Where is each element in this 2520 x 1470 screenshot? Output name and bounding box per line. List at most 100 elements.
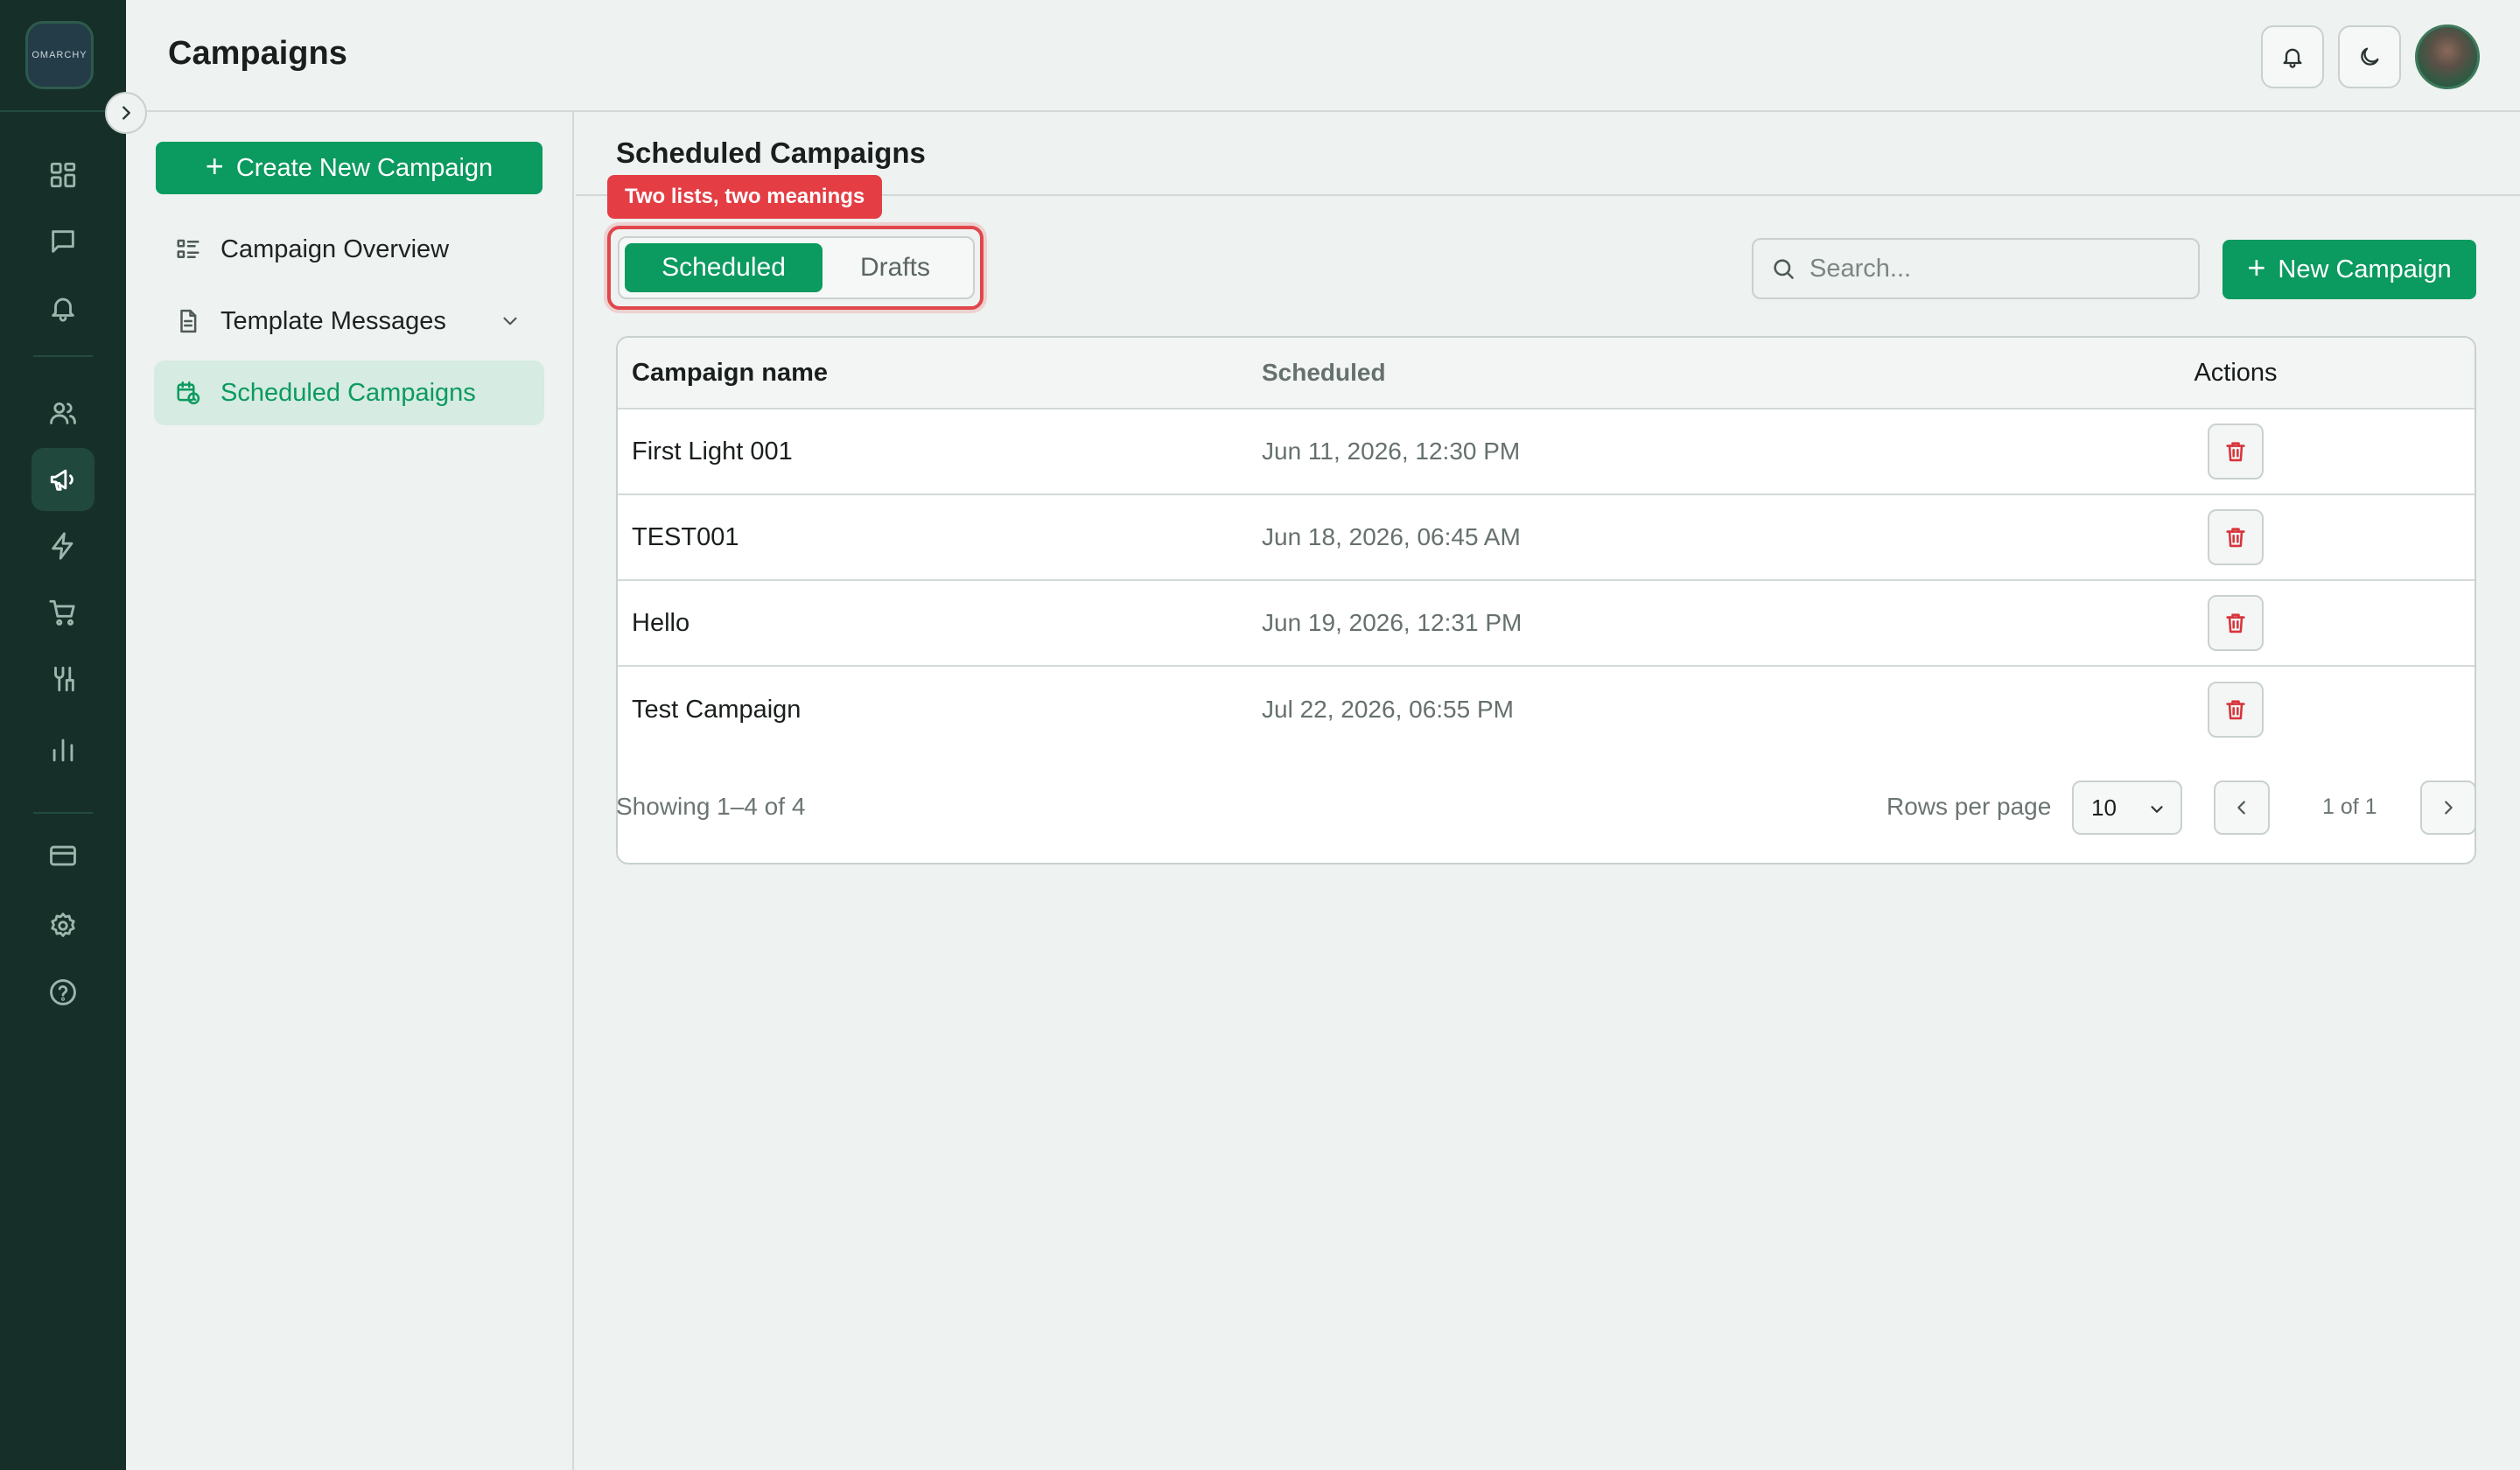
create-new-campaign-button[interactable]: + Create New Campaign [156, 142, 542, 194]
list-layout-icon [177, 239, 200, 258]
page-title: Campaigns [168, 35, 347, 72]
rail-divider [33, 355, 93, 357]
table-row[interactable]: First Light 001 Jun 11, 2026, 12:30 PM [618, 410, 2474, 495]
cart-icon [49, 599, 75, 626]
notifications-button[interactable] [2261, 25, 2324, 88]
bell-icon [52, 298, 74, 322]
plus-icon: + [205, 148, 224, 184]
settings-icon [51, 913, 75, 937]
table-row[interactable]: Hello Jun 19, 2026, 12:31 PM [618, 581, 2474, 667]
search-field[interactable]: Search... [1752, 238, 2200, 299]
subnav-item-template-messages[interactable]: Template Messages [154, 289, 544, 354]
app-logo-text: OMARCHY [32, 50, 88, 60]
scheduled-date-cell: Jul 22, 2026, 06:55 PM [1262, 696, 1514, 723]
table-row[interactable]: Test Campaign Jul 22, 2026, 06:55 PM [618, 667, 2474, 752]
actions-cell [2184, 495, 2287, 579]
scheduled-date-cell: Jun 18, 2026, 06:45 AM [1262, 523, 1521, 550]
scheduled-date-cell: Jun 19, 2026, 12:31 PM [1262, 609, 1522, 636]
create-new-campaign-label: Create New Campaign [235, 153, 494, 182]
user-avatar[interactable] [2415, 24, 2480, 89]
actions-cell [2184, 667, 2287, 752]
rail-item-inbox[interactable] [32, 210, 94, 273]
calendar-clock-icon [177, 381, 200, 405]
delete-button[interactable] [2208, 595, 2264, 651]
megaphone-icon [50, 469, 74, 491]
column-header-actions: Actions [2194, 358, 2278, 387]
icon-rail: OMARCHY [0, 0, 126, 1470]
theme-toggle-button[interactable] [2338, 25, 2401, 88]
subnav-item-campaign-overview[interactable]: Campaign Overview [154, 217, 544, 282]
chevron-right-icon [2445, 801, 2453, 815]
rail-item-contacts[interactable] [32, 382, 94, 444]
rail-item-integrations[interactable] [32, 648, 94, 710]
new-campaign-label: New Campaign [2278, 255, 2452, 284]
main-content: Scheduled Campaigns Two lists, two meani… [576, 112, 2520, 1470]
rail-item-campaigns[interactable] [32, 448, 94, 511]
delete-button[interactable] [2208, 682, 2264, 738]
subnav-item-scheduled-campaigns[interactable]: Scheduled Campaigns [154, 360, 544, 425]
new-campaign-button[interactable]: + New Campaign [2222, 240, 2476, 299]
rail-item-dashboard[interactable] [32, 144, 94, 206]
chevron-left-icon [2237, 801, 2245, 815]
billing-icon [50, 845, 76, 866]
column-header-scheduled[interactable]: Scheduled [1262, 338, 1386, 408]
integrations-icon [54, 666, 74, 692]
rail-item-commerce[interactable] [32, 581, 94, 644]
app-logo[interactable]: OMARCHY [25, 21, 94, 89]
page-indicator: 1 of 1 [2322, 794, 2377, 819]
rail-item-automations[interactable] [32, 514, 94, 578]
annotation-callout: Two lists, two meanings [607, 175, 883, 219]
subnav-item-label: Template Messages [220, 306, 446, 335]
campaign-name-cell: TEST001 [632, 522, 739, 551]
delete-button[interactable] [2208, 509, 2264, 565]
analytics-icon [52, 738, 74, 762]
campaign-name-cell: Hello [632, 608, 690, 637]
rail-item-billing[interactable] [32, 824, 94, 887]
rail-item-notifications[interactable] [32, 276, 94, 340]
subnav-item-label: Scheduled Campaigns [220, 378, 476, 407]
bell-icon [2283, 48, 2302, 68]
section-title: Scheduled Campaigns [616, 136, 926, 169]
rail-item-settings[interactable] [32, 894, 94, 957]
actions-cell [2184, 581, 2287, 665]
trash-icon [2226, 442, 2245, 462]
contacts-icon [50, 402, 76, 424]
rows-per-page-value: 10 [2091, 794, 2117, 821]
chevron-down-icon [2151, 806, 2163, 813]
rail-item-help[interactable] [32, 961, 94, 1024]
column-header-campaign-name[interactable]: Campaign name [632, 338, 828, 408]
campaign-name-cell: First Light 001 [632, 437, 793, 466]
search-placeholder: Search... [1810, 254, 1912, 283]
trash-icon [2226, 700, 2245, 720]
next-page-button[interactable] [2420, 780, 2476, 835]
chevron-down-icon[interactable] [499, 310, 522, 332]
sidebar-toggle-button[interactable] [105, 92, 147, 134]
rail-item-analytics[interactable] [32, 718, 94, 780]
table-header-row: Campaign name Scheduled Actions [618, 338, 2474, 410]
top-header: Campaigns [126, 0, 2520, 112]
document-icon [180, 309, 197, 333]
showing-count: Showing 1–4 of 4 [616, 793, 806, 820]
help-icon [50, 979, 76, 1005]
rows-per-page-select[interactable]: 10 [2072, 780, 2182, 835]
previous-page-button[interactable] [2214, 780, 2270, 835]
trash-icon [2226, 613, 2245, 634]
scheduled-campaigns-table: Campaign name Scheduled Actions First Li… [616, 336, 2476, 864]
campaigns-subnav: + Create New Campaign Campaign Overview … [126, 112, 574, 1470]
chat-icon [52, 230, 74, 253]
scheduled-date-cell: Jun 11, 2026, 12:30 PM [1262, 438, 1521, 465]
list-type-tabs: Scheduled Drafts [618, 236, 975, 299]
rail-divider [33, 812, 93, 814]
rows-per-page-label: Rows per page [1886, 793, 2052, 820]
dashboard-icon [50, 162, 76, 188]
tab-scheduled[interactable]: Scheduled [625, 243, 822, 292]
trash-icon [2226, 528, 2245, 548]
subnav-item-label: Campaign Overview [220, 234, 450, 263]
delete-button[interactable] [2208, 424, 2264, 480]
table-row[interactable]: TEST001 Jun 18, 2026, 06:45 AM [618, 495, 2474, 581]
moon-icon [2361, 47, 2379, 66]
chevron-right-icon [122, 106, 130, 120]
actions-cell [2184, 410, 2287, 494]
search-icon [1774, 259, 1794, 279]
tab-drafts[interactable]: Drafts [830, 243, 961, 292]
